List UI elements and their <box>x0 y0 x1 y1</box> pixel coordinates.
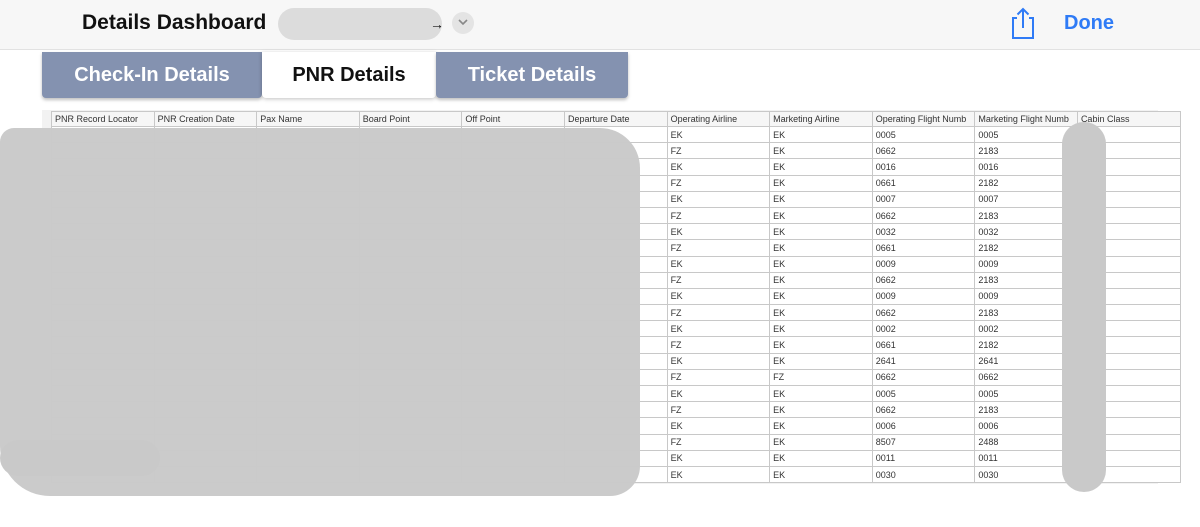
table-cell: EK <box>666 384 771 403</box>
table-cell: EK <box>769 255 873 273</box>
table-cell: 0011 <box>871 449 976 467</box>
table-cell: FZ <box>666 142 771 160</box>
column-header[interactable]: Operating Airline <box>666 111 771 127</box>
table-cell: EK <box>769 465 873 484</box>
table-cell: 0032 <box>871 223 976 241</box>
table-cell: 2641 <box>871 352 976 370</box>
table-cell: EK <box>769 174 873 192</box>
table-cell: EK <box>666 320 771 338</box>
table-cell: 0005 <box>871 384 976 403</box>
table-cell: EK <box>769 158 873 176</box>
arrow-icon: → <box>430 16 444 32</box>
table-cell: EK <box>769 320 873 338</box>
tab-check-in-details[interactable]: Check-In Details <box>42 52 262 98</box>
table-cell: 0007 <box>871 190 976 208</box>
table-cell: 8507 <box>871 433 976 451</box>
table-cell: 0006 <box>871 417 976 435</box>
column-header[interactable]: PNR Creation Date <box>153 111 258 127</box>
table-cell: FZ <box>666 239 771 257</box>
table-cell: EK <box>769 287 873 306</box>
table-cell: EK <box>769 384 873 403</box>
table-cell: EK <box>666 287 771 306</box>
table-cell: 0661 <box>871 174 976 192</box>
table-cell: FZ <box>666 304 771 322</box>
table-cell: FZ <box>666 401 771 419</box>
table-cell: EK <box>769 142 873 160</box>
table-cell: EK <box>769 271 873 289</box>
column-header[interactable]: Off Point <box>461 111 565 127</box>
table-cell: 0030 <box>871 465 976 484</box>
table-cell: 0005 <box>871 125 976 144</box>
table-cell: 0662 <box>871 304 976 322</box>
table-cell: EK <box>666 255 771 273</box>
tab-pnr-details[interactable]: PNR Details <box>262 52 436 98</box>
table-cell: EK <box>666 125 771 144</box>
done-button[interactable]: Done <box>1064 12 1114 35</box>
column-header[interactable]: PNR Record Locator <box>51 111 155 127</box>
table-cell: FZ <box>666 368 771 387</box>
table-cell: FZ <box>666 336 771 354</box>
table-cell: 0662 <box>871 142 976 160</box>
share-icon[interactable] <box>1008 6 1038 40</box>
table-cell: EK <box>769 336 873 354</box>
table-cell: FZ <box>666 271 771 289</box>
table-cell: EK <box>666 190 771 208</box>
table-cell: 0662 <box>871 401 976 419</box>
chevron-down-icon[interactable] <box>452 12 474 34</box>
navigation-bar: Details Dashboard → Done <box>0 0 1200 50</box>
table-cell: EK <box>666 465 771 484</box>
table-cell: EK <box>666 352 771 370</box>
table-cell: FZ <box>666 174 771 192</box>
table-cell: 0662 <box>871 271 976 289</box>
redacted-area <box>0 440 160 476</box>
redacted-title-text <box>278 8 442 40</box>
table-cell: EK <box>769 401 873 419</box>
table-cell: 0016 <box>871 158 976 176</box>
table-cell: EK <box>769 449 873 467</box>
page-title: Details Dashboard <box>82 11 267 34</box>
column-header[interactable]: Operating Flight Numb <box>871 111 976 127</box>
table-cell: EK <box>666 417 771 435</box>
tab-ticket-details[interactable]: Ticket Details <box>436 52 628 98</box>
column-header[interactable]: Marketing Airline <box>769 111 873 127</box>
table-cell: EK <box>769 223 873 241</box>
table-cell: EK <box>769 417 873 435</box>
table-cell: EK <box>769 352 873 370</box>
table-cell: EK <box>666 223 771 241</box>
table-cell: EK <box>769 433 873 451</box>
table-cell: EK <box>769 304 873 322</box>
table-header-row: PNR Record Locator PNR Creation Date Pax N… <box>51 111 1181 127</box>
table-cell: 0009 <box>871 255 976 273</box>
table-cell: EK <box>666 158 771 176</box>
table-cell: EK <box>769 206 873 225</box>
redacted-cabin-column <box>1062 122 1106 492</box>
table-cell: 0661 <box>871 239 976 257</box>
table-cell: FZ <box>666 433 771 451</box>
table-cell: EK <box>666 449 771 467</box>
column-header[interactable]: Pax Name <box>256 111 360 127</box>
column-header[interactable]: Board Point <box>358 111 463 127</box>
table-cell: EK <box>769 190 873 208</box>
table-cell: 0662 <box>871 368 976 387</box>
table-cell: 0009 <box>871 287 976 306</box>
table-cell: FZ <box>769 368 873 387</box>
table-cell: EK <box>769 125 873 144</box>
table-cell: 0661 <box>871 336 976 354</box>
column-header[interactable]: Marketing Flight Numb <box>974 111 1078 127</box>
table-cell: FZ <box>666 206 771 225</box>
table-cell: 0662 <box>871 206 976 225</box>
column-header[interactable]: Departure Date <box>563 111 668 127</box>
table-cell: EK <box>769 239 873 257</box>
table-cell: 0002 <box>871 320 976 338</box>
